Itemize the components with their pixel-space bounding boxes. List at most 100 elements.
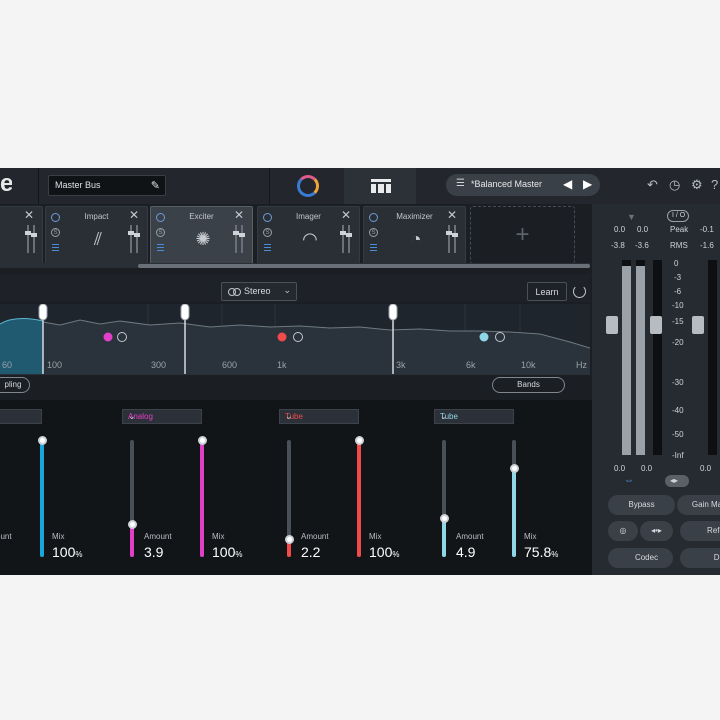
gain-match-button[interactable]: Gain Ma	[677, 495, 720, 515]
io-toggle[interactable]: I / O	[667, 210, 689, 222]
io-label: I / O	[672, 212, 686, 219]
module-slot-partial[interactable]: r ✕	[0, 206, 43, 264]
frequency-label: 6k	[466, 360, 476, 370]
spectrum-display[interactable]	[0, 304, 590, 374]
mix-icon[interactable]	[156, 243, 165, 252]
preset-previous-icon[interactable]: ◀	[563, 177, 572, 191]
assistant-button[interactable]	[270, 168, 343, 204]
power-icon[interactable]	[156, 213, 165, 222]
input-gain-fader[interactable]	[606, 316, 618, 334]
help-icon[interactable]: ?	[711, 177, 718, 192]
mix-label: Mix	[524, 532, 537, 541]
mix-slider-thumb[interactable]	[510, 464, 519, 473]
module-gain-fader[interactable]	[25, 225, 31, 253]
reset-icon[interactable]	[573, 285, 586, 298]
reference-label: Refe	[707, 526, 720, 535]
amount-label: Amount	[0, 532, 12, 541]
pencil-icon[interactable]: ✎	[151, 179, 160, 192]
solo-icon[interactable]: S	[369, 228, 378, 237]
meter-scale-label: -3	[674, 273, 682, 282]
module-gain-fader[interactable]	[340, 225, 346, 253]
module-gain-fader[interactable]	[128, 225, 134, 253]
meter-scale-label: 0	[674, 259, 679, 268]
module-scroll-thumb[interactable]	[138, 264, 590, 268]
module-slot-exciter[interactable]: Exciter ✕ S ✺	[150, 206, 253, 264]
mix-icon[interactable]	[369, 243, 378, 252]
exciter-icon: ✺	[195, 229, 211, 249]
history-icon[interactable]: ◷	[669, 177, 680, 193]
mix-slider-thumb[interactable]	[198, 436, 207, 445]
solo-icon[interactable]: S	[156, 228, 165, 237]
close-icon[interactable]: ✕	[447, 208, 457, 222]
link-icon[interactable]: ⇔	[624, 475, 634, 486]
output-left-peak-hold: -0.1	[700, 225, 714, 234]
chevron-down-icon: ⌄	[440, 411, 448, 421]
module-gain-fader[interactable]	[31, 225, 37, 253]
mix-value: 100	[212, 544, 236, 560]
mix-icon[interactable]	[51, 243, 60, 252]
mix-unit: %	[75, 550, 83, 559]
preset-selector[interactable]: ☰ *Balanced Master ◀ ▶	[446, 174, 600, 196]
mix-slider-thumb[interactable]	[355, 436, 364, 445]
output-gain-fader[interactable]	[692, 316, 704, 334]
close-icon[interactable]: ✕	[24, 208, 34, 222]
input-right-peak: -3.6	[635, 241, 649, 250]
close-icon[interactable]: ✕	[341, 208, 351, 222]
mix-icon[interactable]	[263, 243, 272, 252]
amount-slider-thumb[interactable]	[128, 520, 137, 529]
power-icon[interactable]	[263, 213, 272, 222]
codec-button[interactable]: Codec	[608, 548, 673, 568]
bypass-label: Bypass	[628, 500, 655, 509]
link-toggle[interactable]: ◂▸	[665, 475, 689, 487]
ozone-app-window: e Master Bus ✎ ☰ *Balanced Master ◀ ▶ ↶ …	[0, 168, 720, 575]
meter-scale-label: -Inf	[672, 451, 684, 460]
mix-slider-thumb[interactable]	[38, 436, 47, 445]
amount-slider-thumb[interactable]	[440, 514, 449, 523]
bypass-button[interactable]: Bypass	[608, 495, 675, 515]
module-slot-impact[interactable]: Impact ✕ S ⫽	[45, 206, 148, 264]
band-mode-dropdown[interactable]: Tube ⌄	[279, 409, 359, 424]
mix-unit: %	[392, 550, 400, 559]
amount-slider-thumb[interactable]	[285, 535, 294, 544]
channel-mode-dropdown[interactable]: Stereo ⌄	[221, 282, 297, 301]
preset-list-icon[interactable]: ☰	[456, 178, 465, 189]
reference-button[interactable]: Refe	[680, 521, 720, 541]
module-gain-fader[interactable]	[452, 225, 458, 253]
preset-next-icon[interactable]: ▶	[583, 177, 592, 191]
input-gain-fader[interactable]	[650, 316, 662, 334]
modules-view-button[interactable]	[344, 168, 416, 204]
input-right-readout: 0.0	[641, 464, 653, 473]
power-icon[interactable]	[51, 213, 60, 222]
channel-mode-value: Stereo	[244, 286, 271, 296]
learn-button[interactable]: Learn	[527, 282, 567, 301]
mix-value: 100	[369, 544, 393, 560]
impact-icon: ⫽	[93, 229, 103, 249]
module-slot-maximizer[interactable]: Maximizer ✕ S ◔	[363, 206, 466, 264]
close-icon[interactable]: ✕	[234, 208, 244, 222]
band-mode-dropdown[interactable]: ⌄	[0, 409, 42, 424]
dither-button[interactable]: Di	[680, 548, 720, 568]
module-gain-fader[interactable]	[134, 225, 140, 253]
power-icon[interactable]	[369, 213, 378, 222]
solo-icon[interactable]: S	[263, 228, 272, 237]
band-mode-dropdown[interactable]: Tube ⌄	[434, 409, 514, 424]
module-slot-imager[interactable]: Imager ✕ S ◠	[257, 206, 360, 264]
add-module-slot[interactable]: +	[470, 206, 575, 264]
oversampling-button[interactable]: pling	[0, 377, 30, 393]
module-gain-fader[interactable]	[239, 225, 245, 253]
input-fader-track[interactable]	[653, 260, 662, 455]
solo-icon[interactable]: S	[51, 228, 60, 237]
swap-channels-button[interactable]: ◂•▸	[640, 521, 673, 541]
chevron-down-icon: ⌄	[0, 411, 36, 422]
module-gain-fader[interactable]	[346, 225, 352, 253]
bands-button[interactable]: Bands	[492, 377, 565, 393]
undo-icon[interactable]: ↶	[647, 177, 658, 193]
close-icon[interactable]: ✕	[129, 208, 139, 222]
module-gain-fader[interactable]	[446, 225, 452, 253]
mid-side-button[interactable]: ◎	[608, 521, 638, 541]
band-mode-dropdown[interactable]: Analog ⌄	[122, 409, 202, 424]
bus-name-field[interactable]: Master Bus ✎	[48, 175, 166, 196]
mix-value: 75.8	[524, 544, 552, 560]
module-gain-fader[interactable]	[233, 225, 239, 253]
settings-gear-icon[interactable]: ⚙	[691, 177, 703, 193]
